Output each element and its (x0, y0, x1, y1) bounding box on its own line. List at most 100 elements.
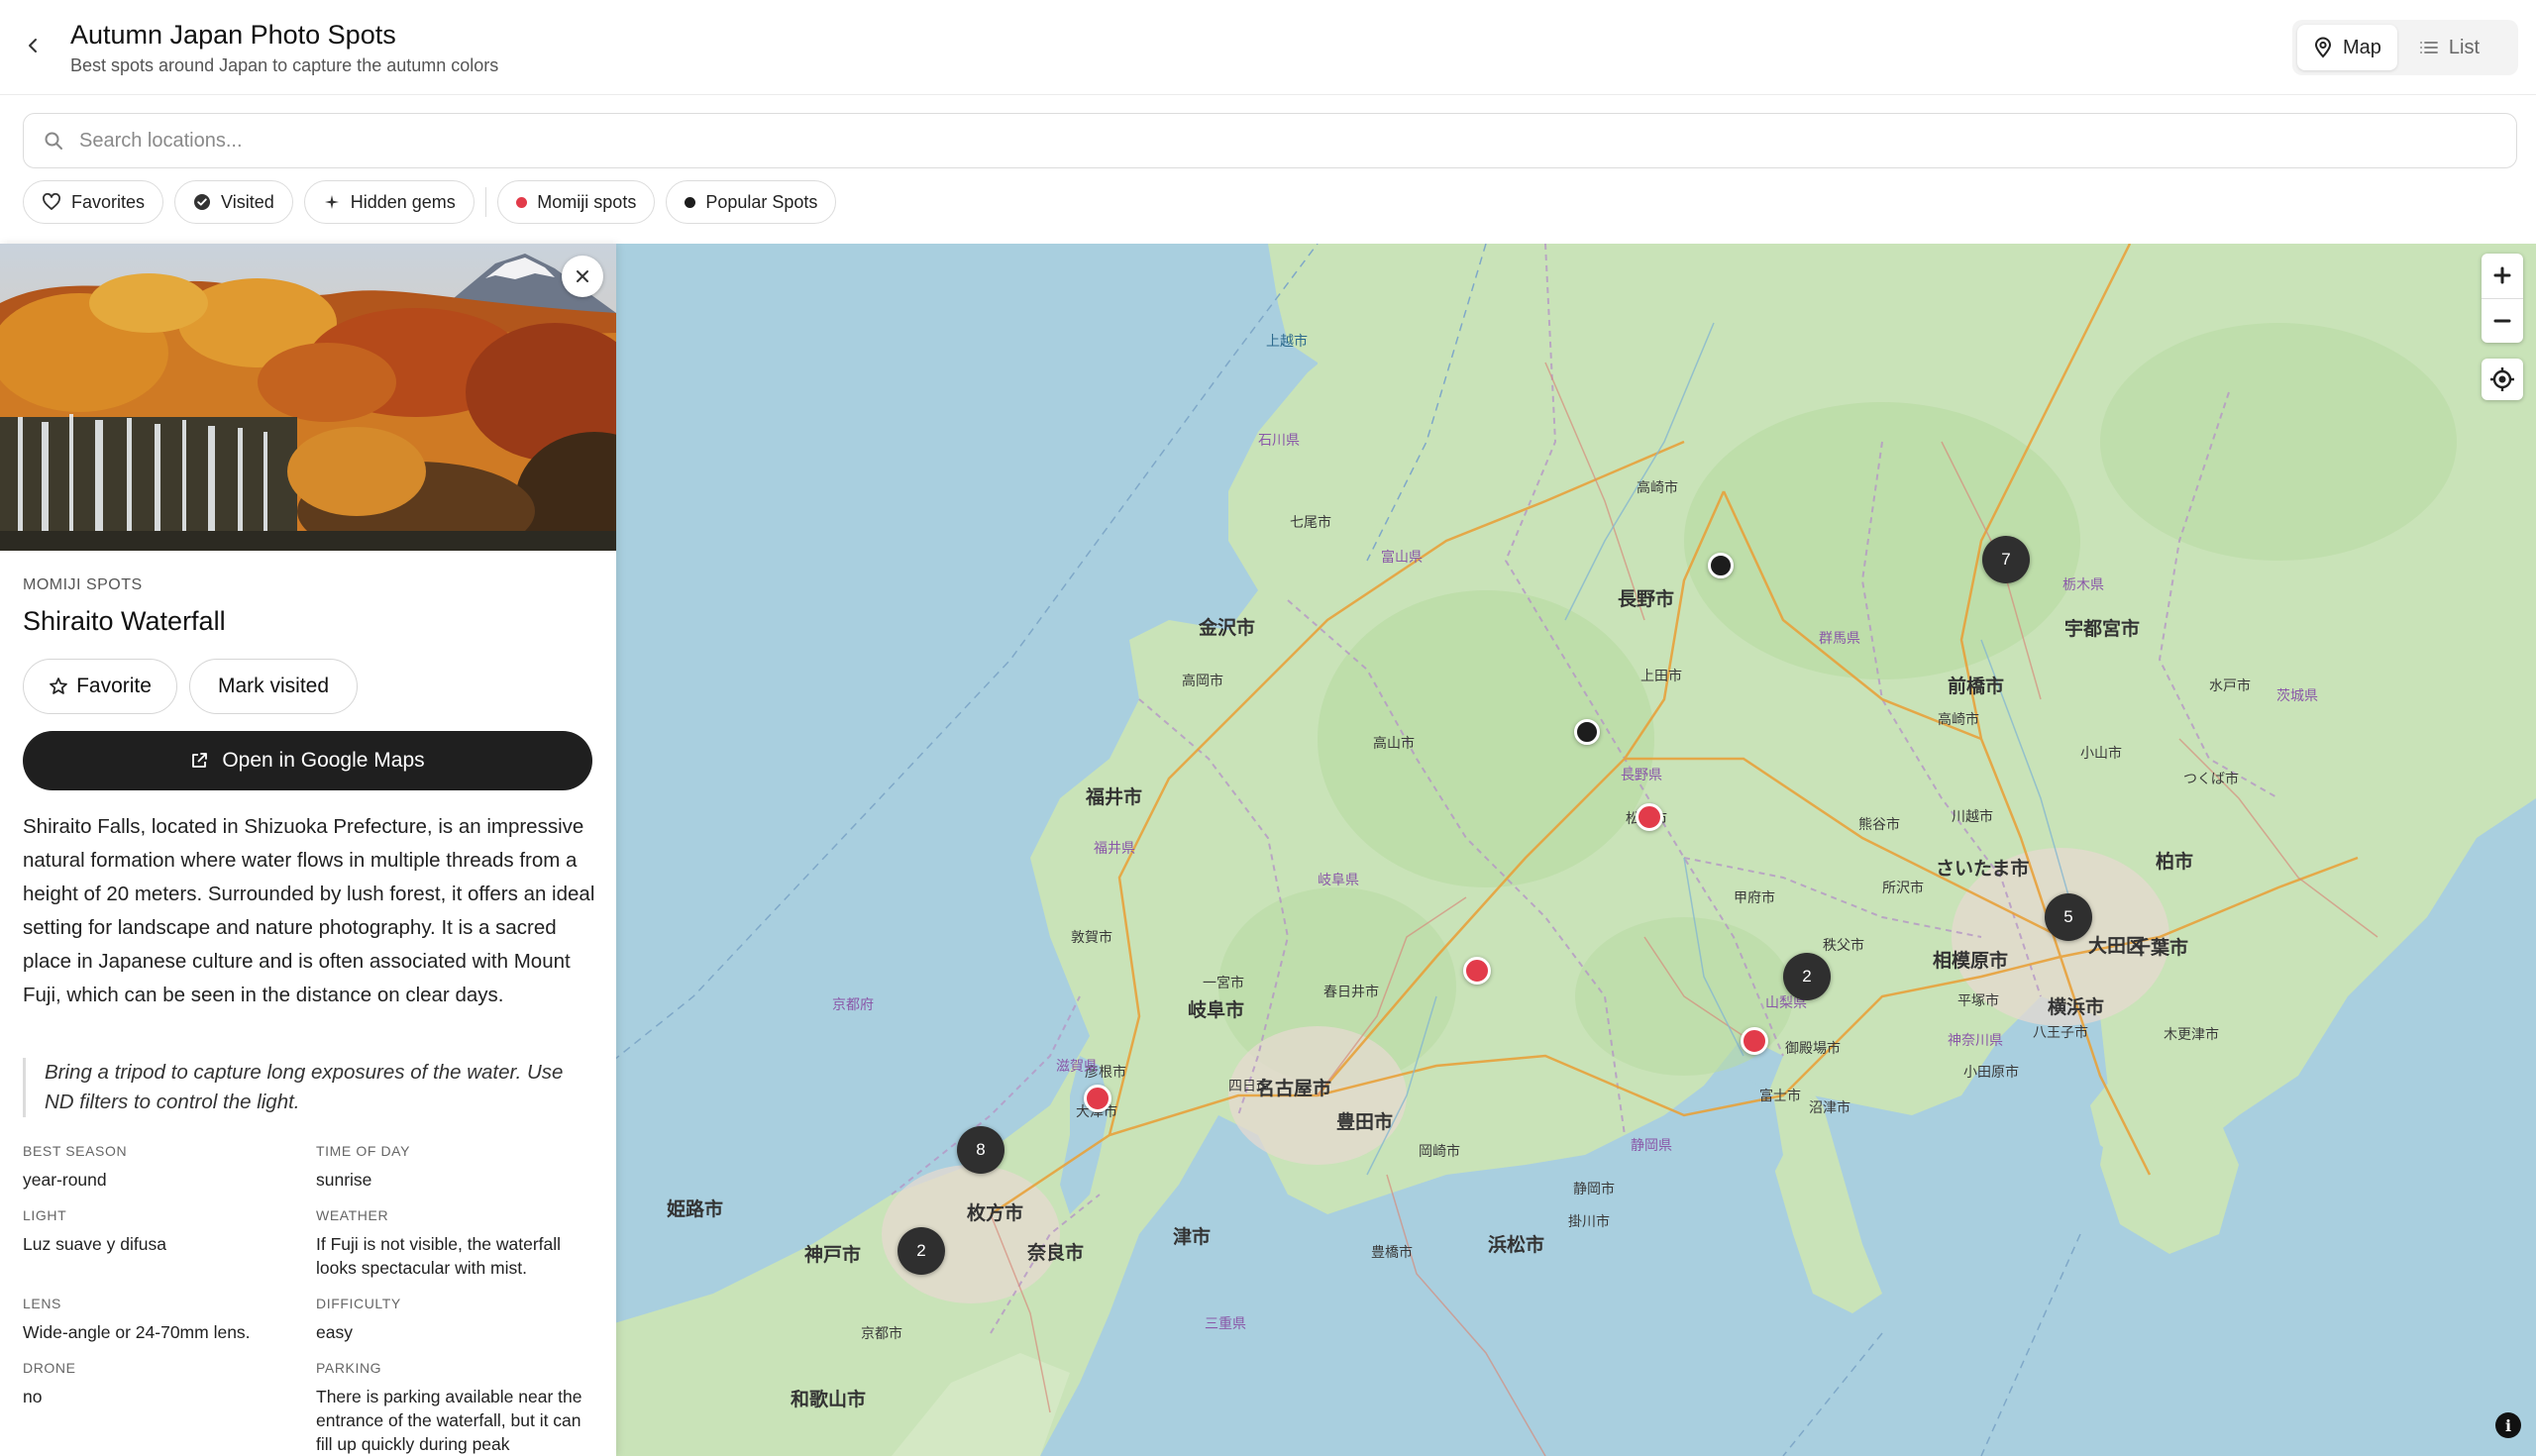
search-bar (23, 113, 2517, 168)
field-value: sunrise (316, 1170, 372, 1190)
field-best-season: BEST SEASON year-round (23, 1143, 310, 1192)
filter-momiji-spots[interactable]: Momiji spots (497, 180, 656, 224)
map-label: 木更津市 (2164, 1026, 2219, 1042)
map-label: 枚方市 (967, 1203, 1024, 1224)
map-label: 奈良市 (1027, 1243, 1085, 1264)
field-label: TIME OF DAY (316, 1143, 411, 1159)
back-button[interactable] (18, 30, 50, 61)
map-label: 春日井市 (1323, 984, 1379, 999)
map-pin-icon (2314, 37, 2332, 58)
map-label: 豊田市 (1336, 1112, 1394, 1133)
field-difficulty: DIFFICULTY easy (316, 1296, 603, 1344)
zoom-in-button[interactable] (2482, 254, 2523, 299)
popular-spot-marker[interactable] (1708, 553, 1734, 578)
map-label: さいたま市 (1936, 859, 2030, 880)
filter-hidden-gems[interactable]: Hidden gems (303, 180, 475, 224)
filter-divider (484, 187, 487, 217)
map-view-label: Map (2343, 36, 2381, 58)
map-label: 福井県 (1094, 840, 1135, 856)
map-label: 豊橋市 (1371, 1244, 1413, 1260)
filter-bar: Favorites Visited Hidden gems Momiji spo… (23, 180, 837, 224)
map-label: 群馬県 (1819, 630, 1860, 646)
filter-visited-label: Visited (221, 191, 274, 212)
map-label: 前橋市 (1948, 676, 2005, 697)
check-circle-icon (194, 194, 211, 210)
list-view-label: List (2448, 36, 2481, 58)
search-icon (45, 132, 62, 150)
filter-favorites-label: Favorites (71, 191, 146, 212)
spot-photo (0, 244, 616, 551)
map-label: 所沢市 (1882, 880, 1924, 895)
close-icon (577, 270, 588, 282)
star-icon (50, 677, 67, 694)
attribution-info-button[interactable]: i (2495, 1412, 2521, 1438)
map-label: 静岡県 (1631, 1137, 1672, 1153)
map-label: 千葉市 (2132, 938, 2189, 959)
field-lens: LENS Wide-angle or 24-70mm lens. (23, 1296, 310, 1344)
list-view-button[interactable]: List (2403, 25, 2495, 70)
map-label: 滋賀県 (1056, 1058, 1098, 1074)
map-label: 川越市 (1952, 808, 1993, 824)
field-label: WEATHER (316, 1207, 389, 1223)
momiji-spot-marker[interactable] (1084, 1085, 1111, 1112)
marker-cluster[interactable]: 5 (2045, 893, 2092, 941)
spot-description: Shiraito Falls, located in Shizuoka Pref… (23, 815, 595, 1006)
minus-icon (2493, 319, 2511, 323)
field-label: BEST SEASON (23, 1143, 128, 1159)
popular-spot-marker[interactable] (1574, 719, 1600, 745)
page-title: Autumn Japan Photo Spots (70, 20, 396, 50)
field-value: Luz suave y difusa (23, 1234, 166, 1254)
map-label: 高山市 (1373, 735, 1415, 751)
momiji-spot-marker-selected[interactable] (1741, 1027, 1768, 1055)
map-label: 上田市 (1640, 668, 1682, 683)
map-label: 熊谷市 (1858, 816, 1900, 832)
marker-cluster[interactable]: 7 (1982, 536, 2030, 583)
map-label: 三重県 (1205, 1315, 1246, 1331)
map-label: 高崎市 (1637, 479, 1678, 495)
map-label: 神奈川県 (1948, 1032, 2003, 1048)
map-label: 茨城県 (2276, 687, 2318, 703)
locate-me-button[interactable] (2482, 359, 2523, 400)
field-label: PARKING (316, 1360, 382, 1376)
favorite-button[interactable]: Favorite (23, 659, 177, 714)
map-label: 秩父市 (1823, 937, 1864, 953)
mark-visited-button[interactable]: Mark visited (189, 659, 358, 714)
map-label: 岐阜県 (1318, 872, 1359, 887)
momiji-spot-marker[interactable] (1463, 957, 1491, 985)
map-label: 水戸市 (2209, 677, 2251, 693)
open-google-maps-button[interactable]: Open in Google Maps (23, 731, 592, 790)
map-label: 和歌山市 (791, 1390, 867, 1410)
filter-favorites[interactable]: Favorites (23, 180, 164, 224)
map-view-button[interactable]: Map (2297, 25, 2397, 70)
field-parking: PARKING There is parking available near … (316, 1360, 598, 1456)
field-value: no (23, 1387, 43, 1406)
map-label: 高岡市 (1182, 673, 1223, 688)
map-label: 上越市 (1266, 333, 1308, 349)
field-light: LIGHT Luz suave y difusa (23, 1207, 310, 1256)
map-label: 沼津市 (1809, 1099, 1850, 1115)
map-label: 姫路市 (667, 1199, 724, 1220)
zoom-out-button[interactable] (2482, 299, 2523, 344)
field-label: LIGHT (23, 1207, 67, 1223)
map-label: 七尾市 (1290, 514, 1331, 530)
mark-visited-label: Mark visited (217, 675, 330, 697)
map-label: 岡崎市 (1419, 1143, 1460, 1159)
heart-icon (43, 193, 60, 210)
marker-cluster[interactable]: 2 (898, 1227, 945, 1275)
map-label: 高崎市 (1938, 711, 1979, 727)
spot-category: MOMIJI SPOTS (23, 576, 143, 593)
momiji-spot-marker[interactable] (1636, 803, 1663, 831)
map-label: 横浜市 (2048, 997, 2105, 1018)
map-label: 福井市 (1086, 787, 1143, 808)
filter-hidden-gems-label: Hidden gems (350, 191, 456, 212)
marker-cluster[interactable]: 2 (1783, 953, 1831, 1000)
filter-popular-spots[interactable]: Popular Spots (666, 180, 837, 224)
search-input[interactable] (79, 129, 2457, 153)
close-panel-button[interactable] (562, 256, 603, 297)
filter-visited[interactable]: Visited (174, 180, 293, 224)
open-google-maps-label: Open in Google Maps (222, 749, 425, 772)
app-header: Autumn Japan Photo Spots Best spots arou… (0, 0, 2536, 95)
marker-cluster[interactable]: 8 (957, 1126, 1004, 1174)
map-label: 静岡市 (1573, 1181, 1615, 1196)
photo-tip: Bring a tripod to capture long exposures… (23, 1058, 595, 1117)
